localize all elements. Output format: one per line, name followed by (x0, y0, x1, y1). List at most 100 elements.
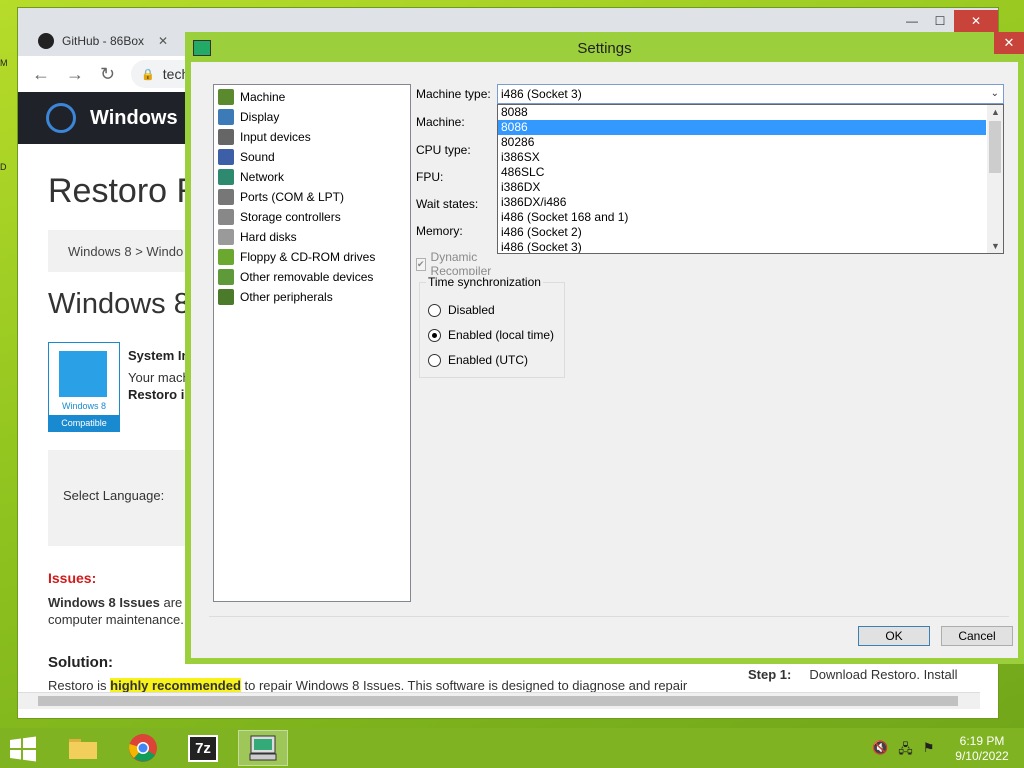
86box-icon (249, 735, 277, 761)
chrome-icon (129, 734, 157, 762)
step-box: Step 1: Download Restoro. Install (748, 667, 958, 682)
chevron-down-icon[interactable]: ⌄ (991, 85, 999, 103)
scroll-up-icon[interactable]: ▲ (991, 107, 1000, 117)
input-devices-icon (218, 129, 234, 145)
category-removable-devices[interactable]: Other removable devices (218, 268, 373, 286)
gear-icon (46, 103, 76, 133)
wait-states-label: Wait states: (416, 197, 479, 211)
network-icon (218, 169, 234, 185)
lock-icon: 🔒 (141, 68, 155, 81)
settings-category-list: Machine Display Input devices Sound Netw… (213, 84, 411, 602)
floppy-cdrom-icon (218, 249, 234, 265)
file-explorer-taskbar-button[interactable] (58, 730, 108, 766)
dropdown-option[interactable]: i486 (Socket 168 and 1) (498, 210, 986, 225)
dynamic-recompiler-checkbox[interactable]: ✔ Dynamic Recompiler (416, 250, 495, 278)
forward-icon[interactable]: → (66, 64, 84, 85)
tab-github[interactable]: GitHub - 86Box ✕ (28, 26, 178, 56)
sound-icon (218, 149, 234, 165)
settings-dialog: Settings Machine Display Input devices S… (185, 32, 1024, 664)
7zip-icon: 7z (188, 734, 218, 762)
category-storage-controllers[interactable]: Storage controllers (218, 208, 341, 226)
machine-label: Machine: (416, 115, 465, 129)
cpu-type-label: CPU type: (416, 143, 471, 157)
volume-muted-icon[interactable]: 🔇 (872, 740, 888, 762)
category-other-peripherals[interactable]: Other peripherals (218, 288, 333, 306)
folder-icon (69, 739, 97, 759)
dropdown-scrollbar[interactable]: ▲ ▼ (987, 105, 1003, 253)
scrollbar-thumb[interactable] (989, 121, 1001, 173)
time-sync-disabled-radio[interactable]: Disabled (428, 303, 495, 317)
category-display[interactable]: Display (218, 108, 279, 126)
ports-icon (218, 189, 234, 205)
desktop-icon-fragment: M (0, 58, 8, 68)
dropdown-option[interactable]: 8088 (498, 105, 986, 120)
removable-devices-icon (218, 269, 234, 285)
dialog-close-button[interactable]: ✕ (994, 32, 1024, 54)
storage-controllers-icon (218, 209, 234, 225)
category-floppy-cdrom[interactable]: Floppy & CD-ROM drives (218, 248, 375, 266)
cancel-button[interactable]: Cancel (941, 626, 1013, 646)
desktop-icon-fragment: D (0, 162, 7, 172)
minimize-button[interactable]: — (898, 10, 926, 32)
horizontal-scrollbar[interactable] (18, 692, 980, 709)
machine-type-dropdown-list: 8088 8086 80286 i386SX 486SLC i386DX i38… (497, 104, 1004, 254)
machine-type-select[interactable]: i486 (Socket 3) ⌄ (497, 84, 1004, 104)
dropdown-option[interactable]: 486SLC (498, 165, 986, 180)
time-sync-legend: Time synchronization (426, 275, 543, 289)
system-info-heading: System In (128, 348, 190, 363)
time-sync-utc-radio[interactable]: Enabled (UTC) (428, 353, 528, 367)
category-ports[interactable]: Ports (COM & LPT) (218, 188, 344, 206)
back-icon[interactable]: ← (32, 64, 50, 85)
time-sync-group: Time synchronization Disabled Enabled (l… (419, 275, 565, 378)
peripherals-icon (218, 289, 234, 305)
fpu-label: FPU: (416, 170, 444, 184)
issues-text: Windows 8 Issues are c computer maintena… (48, 595, 193, 627)
maximize-button[interactable]: ☐ (926, 10, 954, 32)
close-icon[interactable]: ✕ (158, 34, 168, 48)
category-input-devices[interactable]: Input devices (218, 128, 311, 146)
chrome-taskbar-button[interactable] (118, 730, 168, 766)
taskbar: 7z 🔇 🖧 ⚑ 6:19 PM 9/10/2022 (0, 728, 1024, 768)
category-network[interactable]: Network (218, 168, 284, 186)
checkmark-icon: ✔ (416, 257, 426, 271)
scroll-down-icon[interactable]: ▼ (991, 241, 1000, 251)
browser-close-button[interactable]: ✕ (954, 10, 998, 32)
ok-button[interactable]: OK (858, 626, 930, 646)
dialog-title: Settings (577, 40, 632, 57)
system-info-text: Your mach (128, 370, 190, 385)
scrollbar-thumb[interactable] (38, 696, 958, 706)
time-sync-local-radio[interactable]: Enabled (local time) (428, 328, 554, 342)
dropdown-option[interactable]: i386SX (498, 150, 986, 165)
reload-icon[interactable]: ↻ (100, 64, 115, 85)
machine-type-label: Machine type: (416, 87, 491, 101)
system-tray: 🔇 🖧 ⚑ (872, 740, 934, 762)
solution-text: Restoro is highly recommended to repair … (48, 678, 688, 692)
language-selector[interactable]: Select Language: (48, 450, 198, 546)
action-center-icon[interactable]: ⚑ (923, 740, 935, 762)
display-icon (218, 109, 234, 125)
start-windows-icon[interactable] (8, 736, 38, 762)
memory-label: Memory: (416, 224, 463, 238)
category-machine[interactable]: Machine (218, 88, 285, 106)
dropdown-option[interactable]: 80286 (498, 135, 986, 150)
dropdown-option[interactable]: i386DX (498, 180, 986, 195)
system-info-text: Restoro is (128, 387, 192, 402)
dialog-separator (209, 616, 1009, 617)
7zip-taskbar-button[interactable]: 7z (178, 730, 228, 766)
network-icon[interactable]: 🖧 (898, 740, 913, 762)
hard-disks-icon (218, 229, 234, 245)
site-name[interactable]: Windows (90, 107, 178, 130)
dropdown-option[interactable]: i386DX/i486 (498, 195, 986, 210)
taskbar-clock[interactable]: 6:19 PM 9/10/2022 (948, 734, 1016, 764)
dialog-titlebar: Settings (185, 32, 1024, 62)
solution-heading: Solution: (48, 654, 113, 671)
dropdown-option-selected[interactable]: 8086 (498, 120, 986, 135)
page-title: Restoro R (48, 172, 202, 210)
category-sound[interactable]: Sound (218, 148, 275, 166)
86box-taskbar-button[interactable] (238, 730, 288, 766)
page-heading: Windows 8 (48, 288, 190, 320)
category-hard-disks[interactable]: Hard disks (218, 228, 297, 246)
dropdown-option[interactable]: i486 (Socket 3) (498, 240, 986, 253)
dropdown-option[interactable]: i486 (Socket 2) (498, 225, 986, 240)
github-icon (38, 33, 54, 49)
